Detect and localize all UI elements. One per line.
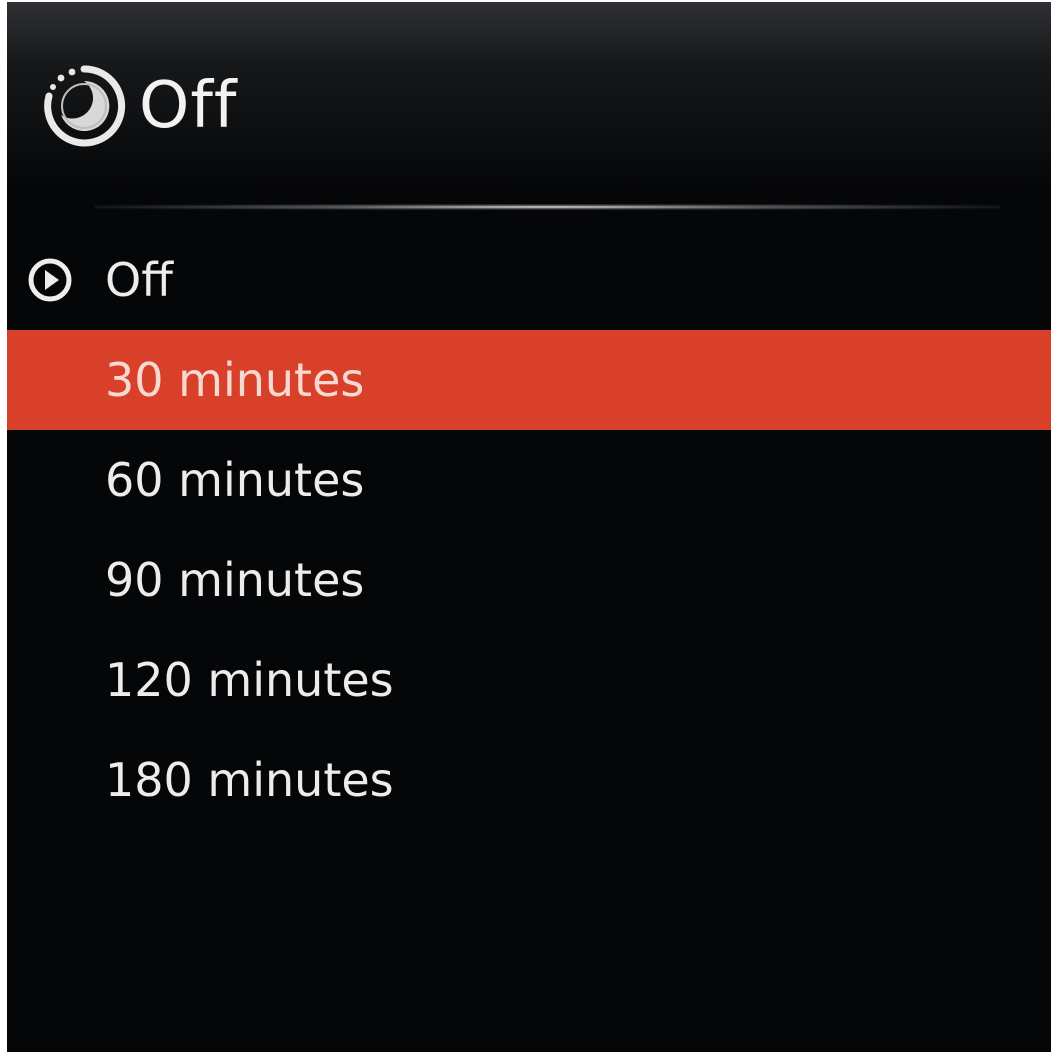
sleep-timer-icon [44,65,126,147]
option-30-minutes[interactable]: 30 minutes [7,330,1051,430]
option-label: 90 minutes [105,553,365,607]
option-90-minutes[interactable]: 90 minutes [7,530,1051,630]
option-label: 60 minutes [105,453,365,507]
option-120-minutes[interactable]: 120 minutes [7,630,1051,730]
header-title: Off [139,69,238,143]
option-label: Off [105,253,173,307]
radio-selected-icon [28,258,72,302]
option-60-minutes[interactable]: 60 minutes [7,430,1051,530]
header-divider [95,204,1000,210]
timer-options-list: Off 30 minutes 60 minutes 90 minutes 120… [7,230,1051,830]
sleep-timer-screen: Off Off 30 minutes 60 minutes 90 minutes… [7,2,1051,1052]
header: Off [41,58,237,154]
option-label: 120 minutes [105,653,394,707]
option-180-minutes[interactable]: 180 minutes [7,730,1051,830]
option-label: 30 minutes [105,353,365,407]
option-off[interactable]: Off [7,230,1051,330]
option-label: 180 minutes [105,753,394,807]
